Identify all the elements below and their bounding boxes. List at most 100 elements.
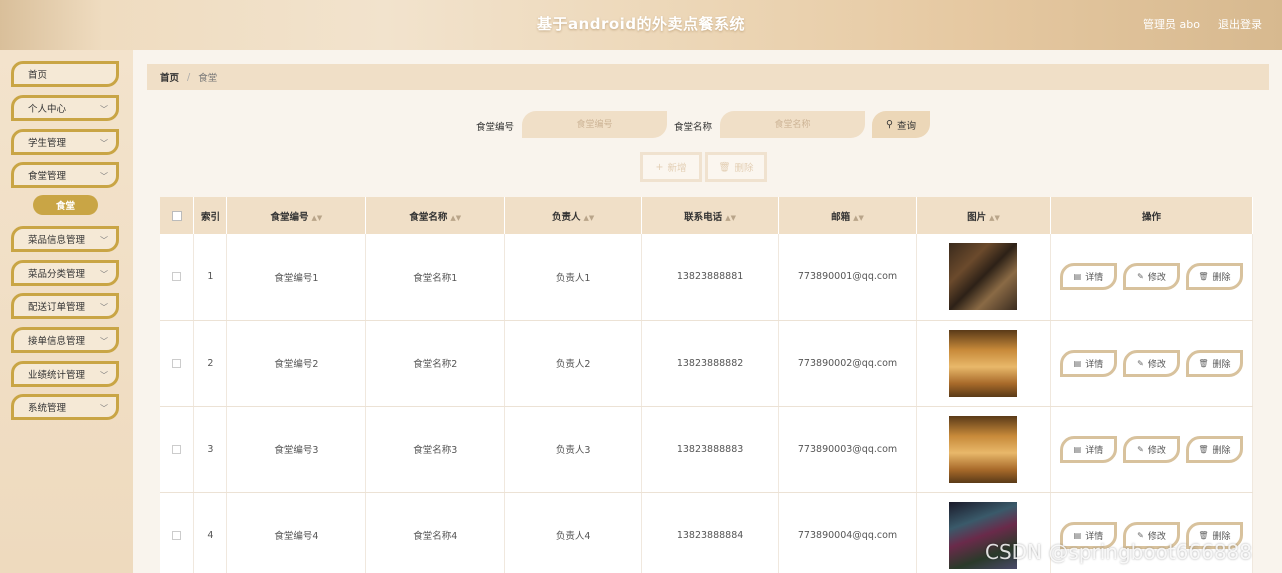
trash-icon: 🗑 [1198,530,1209,540]
sidebar-item-label: 菜品信息管理 [28,235,86,246]
detail-button[interactable]: ▤ 详情 [1059,349,1117,377]
cell-email: 773890003@qq.com [778,406,918,493]
add-button[interactable]: + 新增 [640,152,702,182]
cell-email: 773890001@qq.com [778,234,918,321]
sidebar-item-order-accept[interactable]: 接单信息管理 ﹀ [11,327,119,353]
select-all-checkbox[interactable] [171,210,182,221]
col-code[interactable]: 食堂编号 ▲▼ [226,197,367,234]
cell-phone: 13823888884 [641,492,780,573]
table-row: 1 食堂编号1 食堂名称1 负责人1 13823888881 773890001… [160,234,1254,321]
pencil-icon: ✎ [1137,530,1144,540]
sidebar-item-label: 系统管理 [28,403,67,414]
document-icon: ▤ [1073,358,1082,368]
top-header: 基于android的外卖点餐系统 管理员 abo 退出登录 [0,0,1282,50]
sidebar-item-label: 业绩统计管理 [28,370,86,381]
chevron-down-icon: ﹀ [100,270,108,279]
chevron-down-icon: ﹀ [100,172,108,181]
chevron-down-icon: ﹀ [100,303,108,312]
csdn-watermark: CSDN @springboot666888 [985,540,1253,564]
delete-button[interactable]: 🗑 删除 [1185,349,1243,377]
search-icon: ⚲ [886,119,893,130]
document-icon: ▤ [1073,530,1082,540]
table-row: 3 食堂编号3 食堂名称3 负责人3 13823888883 773890003… [160,406,1254,493]
plus-icon: + [655,161,664,173]
cell-phone: 13823888881 [641,234,780,321]
sidebar-item-profile[interactable]: 个人中心 ﹀ [11,95,119,121]
sidebar-item-performance[interactable]: 业绩统计管理 ﹀ [11,361,119,387]
trash-icon: 🗑 [718,161,731,173]
trash-icon: 🗑 [1198,444,1209,454]
user-label[interactable]: 管理员 abo [1143,16,1200,32]
pencil-icon: ✎ [1137,272,1144,282]
chevron-down-icon: ﹀ [100,236,108,245]
cell-index: 2 [193,320,228,407]
cell-name: 食堂名称1 [365,234,506,321]
search-button-label: 查询 [896,120,916,132]
trash-icon: 🗑 [1198,358,1209,368]
col-name[interactable]: 食堂名称 ▲▼ [365,197,506,234]
cell-phone: 13823888882 [641,320,780,407]
sidebar-item-label: 配送订单管理 [28,302,86,313]
cell-index: 4 [193,492,228,573]
detail-button[interactable]: ▤ 详情 [1059,263,1117,291]
row-checkbox[interactable] [172,272,182,282]
col-email[interactable]: 邮箱 ▲▼ [778,197,918,234]
sort-icon: ▲▼ [725,213,736,222]
name-search-input[interactable] [720,111,865,138]
sidebar-item-label: 首页 [28,70,48,81]
sidebar: 首页 个人中心 ﹀ 学生管理 ﹀ 食堂管理 ﹀ 食堂 菜品信息管理 ﹀ 菜品分类… [0,50,133,573]
col-phone[interactable]: 联系电话 ▲▼ [641,197,780,234]
cell-name: 食堂名称2 [365,320,506,407]
cell-code: 食堂编号2 [226,320,367,407]
sidebar-item-dish-category[interactable]: 菜品分类管理 ﹀ [11,260,119,286]
sidebar-item-dish-info[interactable]: 菜品信息管理 ﹀ [11,226,119,252]
logout-link[interactable]: 退出登录 [1218,16,1262,32]
row-checkbox[interactable] [172,444,182,454]
batch-delete-label: 删除 [734,163,754,174]
cell-manager: 负责人1 [504,234,643,321]
batch-delete-button[interactable]: 🗑 删除 [705,152,767,182]
search-button[interactable]: ⚲ 查询 [872,111,930,138]
col-manager[interactable]: 负责人 ▲▼ [504,197,643,234]
canteen-photo-2[interactable] [949,329,1018,397]
cell-code: 食堂编号3 [226,406,367,493]
canteen-table: 索引 食堂编号 ▲▼ 食堂名称 ▲▼ 负责人 ▲▼ 联系电话 ▲▼ 邮箱 ▲▼ 图片 ▲▼ … [160,197,1254,573]
pencil-icon: ✎ [1137,358,1144,368]
canteen-photo-1[interactable] [949,243,1018,311]
document-icon: ▤ [1073,272,1082,282]
user-area: 管理员 abo 退出登录 [1143,16,1262,32]
cell-name: 食堂名称3 [365,406,506,493]
sidebar-subitem-canteen[interactable]: 食堂 [33,195,98,215]
sort-icon: ▲▼ [450,213,462,222]
col-image[interactable]: 图片 ▲▼ [916,197,1051,234]
detail-button[interactable]: ▤ 详情 [1059,435,1117,463]
sidebar-item-home[interactable]: 首页 [11,61,119,87]
edit-button[interactable]: ✎ 修改 [1122,435,1180,463]
document-icon: ▤ [1073,444,1082,454]
row-checkbox[interactable] [172,530,182,540]
sidebar-item-students[interactable]: 学生管理 ﹀ [11,129,119,155]
main-content: 首页 / 食堂 食堂编号 食堂名称 ⚲ 查询 + 新增 🗑 删除 索引 食堂编号… [133,50,1282,573]
sort-icon: ▲▼ [311,213,323,222]
breadcrumb-home[interactable]: 首页 [160,70,179,84]
sidebar-item-delivery-orders[interactable]: 配送订单管理 ﹀ [11,293,119,319]
sidebar-item-system[interactable]: 系统管理 ﹀ [11,394,119,420]
delete-button[interactable]: 🗑 删除 [1185,263,1243,291]
edit-button[interactable]: ✎ 修改 [1122,263,1180,291]
edit-button[interactable]: ✎ 修改 [1122,349,1180,377]
canteen-photo-3[interactable] [949,415,1018,483]
chevron-down-icon: ﹀ [100,371,108,380]
breadcrumb-separator: / [187,71,191,83]
cell-email: 773890004@qq.com [778,492,918,573]
chevron-down-icon: ﹀ [100,139,108,148]
code-label: 食堂编号 [476,122,515,133]
sidebar-item-label: 食堂管理 [28,171,67,182]
sort-icon: ▲▼ [583,213,595,222]
code-search-input[interactable] [522,111,667,138]
delete-button[interactable]: 🗑 删除 [1185,435,1243,463]
row-checkbox[interactable] [172,358,182,368]
sidebar-item-label: 菜品分类管理 [28,269,86,280]
sidebar-item-canteen[interactable]: 食堂管理 ﹀ [11,162,119,188]
cell-manager: 负责人4 [504,492,643,573]
sort-icon: ▲▼ [989,213,1000,222]
